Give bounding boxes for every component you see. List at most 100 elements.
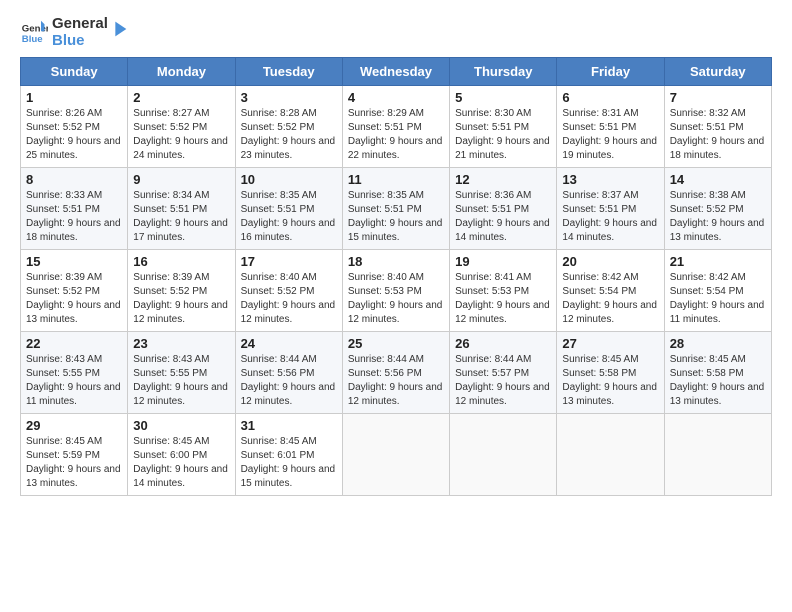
day-info: Sunrise: 8:39 AM Sunset: 5:52 PM Dayligh…	[26, 271, 122, 327]
day-number: 13	[562, 172, 658, 187]
day-info: Sunrise: 8:41 AM Sunset: 5:53 PM Dayligh…	[455, 271, 551, 327]
weekday-header-tuesday: Tuesday	[235, 58, 342, 86]
logo-icon: General Blue	[20, 19, 48, 47]
calendar-cell: 16 Sunrise: 8:39 AM Sunset: 5:52 PM Dayl…	[128, 250, 235, 332]
calendar-cell: 20 Sunrise: 8:42 AM Sunset: 5:54 PM Dayl…	[557, 250, 664, 332]
calendar-cell	[450, 414, 557, 496]
day-number: 5	[455, 90, 551, 105]
day-number: 20	[562, 254, 658, 269]
day-number: 10	[241, 172, 337, 187]
day-info: Sunrise: 8:32 AM Sunset: 5:51 PM Dayligh…	[670, 107, 766, 163]
day-number: 2	[133, 90, 229, 105]
day-info: Sunrise: 8:42 AM Sunset: 5:54 PM Dayligh…	[670, 271, 766, 327]
calendar-cell: 10 Sunrise: 8:35 AM Sunset: 5:51 PM Dayl…	[235, 168, 342, 250]
calendar-cell: 1 Sunrise: 8:26 AM Sunset: 5:52 PM Dayli…	[21, 86, 128, 168]
calendar-cell: 17 Sunrise: 8:40 AM Sunset: 5:52 PM Dayl…	[235, 250, 342, 332]
day-info: Sunrise: 8:36 AM Sunset: 5:51 PM Dayligh…	[455, 189, 551, 245]
day-number: 18	[348, 254, 444, 269]
day-number: 6	[562, 90, 658, 105]
day-info: Sunrise: 8:45 AM Sunset: 5:58 PM Dayligh…	[562, 353, 658, 409]
weekday-header-row: SundayMondayTuesdayWednesdayThursdayFrid…	[21, 58, 772, 86]
calendar-cell: 8 Sunrise: 8:33 AM Sunset: 5:51 PM Dayli…	[21, 168, 128, 250]
day-number: 16	[133, 254, 229, 269]
day-info: Sunrise: 8:39 AM Sunset: 5:52 PM Dayligh…	[133, 271, 229, 327]
calendar-cell: 12 Sunrise: 8:36 AM Sunset: 5:51 PM Dayl…	[450, 168, 557, 250]
day-number: 15	[26, 254, 122, 269]
day-info: Sunrise: 8:43 AM Sunset: 5:55 PM Dayligh…	[133, 353, 229, 409]
calendar-cell	[342, 414, 449, 496]
calendar-week-row: 1 Sunrise: 8:26 AM Sunset: 5:52 PM Dayli…	[21, 86, 772, 168]
day-info: Sunrise: 8:27 AM Sunset: 5:52 PM Dayligh…	[133, 107, 229, 163]
calendar-cell: 13 Sunrise: 8:37 AM Sunset: 5:51 PM Dayl…	[557, 168, 664, 250]
day-info: Sunrise: 8:33 AM Sunset: 5:51 PM Dayligh…	[26, 189, 122, 245]
day-info: Sunrise: 8:37 AM Sunset: 5:51 PM Dayligh…	[562, 189, 658, 245]
day-number: 28	[670, 336, 766, 351]
calendar-cell	[557, 414, 664, 496]
calendar-cell: 23 Sunrise: 8:43 AM Sunset: 5:55 PM Dayl…	[128, 332, 235, 414]
weekday-header-wednesday: Wednesday	[342, 58, 449, 86]
day-number: 11	[348, 172, 444, 187]
day-info: Sunrise: 8:29 AM Sunset: 5:51 PM Dayligh…	[348, 107, 444, 163]
calendar-week-row: 15 Sunrise: 8:39 AM Sunset: 5:52 PM Dayl…	[21, 250, 772, 332]
page-header: General Blue General Blue	[20, 16, 772, 49]
day-number: 4	[348, 90, 444, 105]
calendar-week-row: 22 Sunrise: 8:43 AM Sunset: 5:55 PM Dayl…	[21, 332, 772, 414]
day-info: Sunrise: 8:44 AM Sunset: 5:56 PM Dayligh…	[241, 353, 337, 409]
calendar-cell: 14 Sunrise: 8:38 AM Sunset: 5:52 PM Dayl…	[664, 168, 771, 250]
day-number: 26	[455, 336, 551, 351]
day-number: 19	[455, 254, 551, 269]
weekday-header-friday: Friday	[557, 58, 664, 86]
calendar-cell: 22 Sunrise: 8:43 AM Sunset: 5:55 PM Dayl…	[21, 332, 128, 414]
day-info: Sunrise: 8:45 AM Sunset: 6:00 PM Dayligh…	[133, 435, 229, 491]
day-number: 3	[241, 90, 337, 105]
day-number: 12	[455, 172, 551, 187]
logo-general-text: General	[52, 15, 108, 32]
day-info: Sunrise: 8:43 AM Sunset: 5:55 PM Dayligh…	[26, 353, 122, 409]
logo: General Blue General Blue	[20, 16, 130, 49]
day-info: Sunrise: 8:40 AM Sunset: 5:52 PM Dayligh…	[241, 271, 337, 327]
calendar-cell: 3 Sunrise: 8:28 AM Sunset: 5:52 PM Dayli…	[235, 86, 342, 168]
calendar-cell: 27 Sunrise: 8:45 AM Sunset: 5:58 PM Dayl…	[557, 332, 664, 414]
calendar-cell: 29 Sunrise: 8:45 AM Sunset: 5:59 PM Dayl…	[21, 414, 128, 496]
day-info: Sunrise: 8:45 AM Sunset: 6:01 PM Dayligh…	[241, 435, 337, 491]
calendar-cell: 30 Sunrise: 8:45 AM Sunset: 6:00 PM Dayl…	[128, 414, 235, 496]
logo-arrow-icon	[108, 18, 130, 40]
day-number: 1	[26, 90, 122, 105]
calendar-cell: 2 Sunrise: 8:27 AM Sunset: 5:52 PM Dayli…	[128, 86, 235, 168]
calendar-cell: 7 Sunrise: 8:32 AM Sunset: 5:51 PM Dayli…	[664, 86, 771, 168]
day-info: Sunrise: 8:44 AM Sunset: 5:57 PM Dayligh…	[455, 353, 551, 409]
calendar-cell: 28 Sunrise: 8:45 AM Sunset: 5:58 PM Dayl…	[664, 332, 771, 414]
logo-blue-text: Blue	[52, 32, 85, 49]
calendar-week-row: 29 Sunrise: 8:45 AM Sunset: 5:59 PM Dayl…	[21, 414, 772, 496]
day-info: Sunrise: 8:45 AM Sunset: 5:59 PM Dayligh…	[26, 435, 122, 491]
day-number: 29	[26, 418, 122, 433]
svg-text:Blue: Blue	[22, 33, 43, 44]
calendar-cell: 24 Sunrise: 8:44 AM Sunset: 5:56 PM Dayl…	[235, 332, 342, 414]
day-number: 8	[26, 172, 122, 187]
day-info: Sunrise: 8:35 AM Sunset: 5:51 PM Dayligh…	[348, 189, 444, 245]
day-number: 21	[670, 254, 766, 269]
day-info: Sunrise: 8:40 AM Sunset: 5:53 PM Dayligh…	[348, 271, 444, 327]
weekday-header-monday: Monday	[128, 58, 235, 86]
day-info: Sunrise: 8:30 AM Sunset: 5:51 PM Dayligh…	[455, 107, 551, 163]
calendar-cell: 26 Sunrise: 8:44 AM Sunset: 5:57 PM Dayl…	[450, 332, 557, 414]
day-info: Sunrise: 8:44 AM Sunset: 5:56 PM Dayligh…	[348, 353, 444, 409]
day-info: Sunrise: 8:26 AM Sunset: 5:52 PM Dayligh…	[26, 107, 122, 163]
day-number: 14	[670, 172, 766, 187]
calendar-cell: 4 Sunrise: 8:29 AM Sunset: 5:51 PM Dayli…	[342, 86, 449, 168]
day-number: 17	[241, 254, 337, 269]
calendar-table: SundayMondayTuesdayWednesdayThursdayFrid…	[20, 57, 772, 496]
calendar-cell: 31 Sunrise: 8:45 AM Sunset: 6:01 PM Dayl…	[235, 414, 342, 496]
day-info: Sunrise: 8:45 AM Sunset: 5:58 PM Dayligh…	[670, 353, 766, 409]
calendar-cell: 6 Sunrise: 8:31 AM Sunset: 5:51 PM Dayli…	[557, 86, 664, 168]
calendar-cell: 15 Sunrise: 8:39 AM Sunset: 5:52 PM Dayl…	[21, 250, 128, 332]
day-number: 23	[133, 336, 229, 351]
day-number: 9	[133, 172, 229, 187]
day-info: Sunrise: 8:34 AM Sunset: 5:51 PM Dayligh…	[133, 189, 229, 245]
calendar-cell: 5 Sunrise: 8:30 AM Sunset: 5:51 PM Dayli…	[450, 86, 557, 168]
day-number: 31	[241, 418, 337, 433]
calendar-cell: 9 Sunrise: 8:34 AM Sunset: 5:51 PM Dayli…	[128, 168, 235, 250]
day-info: Sunrise: 8:28 AM Sunset: 5:52 PM Dayligh…	[241, 107, 337, 163]
calendar-week-row: 8 Sunrise: 8:33 AM Sunset: 5:51 PM Dayli…	[21, 168, 772, 250]
weekday-header-sunday: Sunday	[21, 58, 128, 86]
